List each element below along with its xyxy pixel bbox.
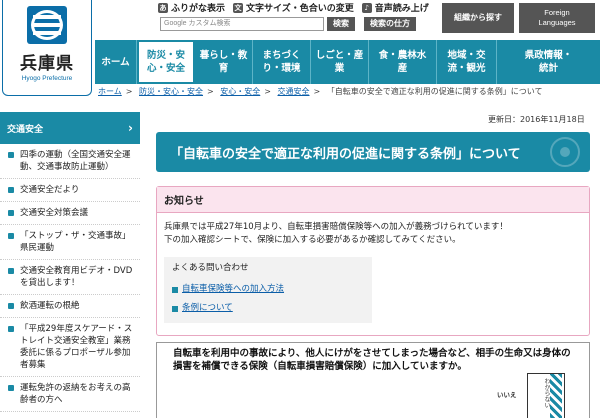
utility-links: あふりがな表示 文文字サイズ・色合いの変更 ♪ 音声読み上げ bbox=[158, 1, 429, 14]
search-input[interactable]: Google カスタム検索 bbox=[160, 17, 324, 31]
sidebar-item-drunk-driving[interactable]: 飲酒運転の根絶 bbox=[0, 295, 140, 318]
insurance-check-sheet: 自転車を利用中の事故により、他人にけがをさせてしまった場合など、相手の生命又は身… bbox=[156, 342, 590, 418]
sidebar-list: 四季の運動（全国交通安全運動、交通事故防止運動） 交通安全だより 交通安全対策会… bbox=[0, 144, 140, 412]
check-sheet-question: 自転車を利用中の事故により、他人にけがをさせてしまった場合など、相手の生命又は身… bbox=[173, 348, 571, 372]
arrow-icon bbox=[172, 305, 178, 312]
furigana-link[interactable]: あふりがな表示 bbox=[158, 1, 225, 14]
org-search-button[interactable]: 組織から探す bbox=[442, 3, 514, 33]
search-button[interactable]: 検索 bbox=[327, 17, 355, 31]
sidebar-item-seasonal-campaign[interactable]: 四季の運動（全国交通安全運動、交通事故防止運動） bbox=[0, 144, 140, 179]
prefecture-emblem-icon bbox=[27, 6, 67, 44]
sidebar-item-stop-campaign[interactable]: 「ストップ・ザ・交通事故」県民運動 bbox=[0, 225, 140, 260]
sidebar: 交通安全 › 四季の運動（全国交通安全運動、交通事故防止運動） 交通安全だより … bbox=[0, 112, 140, 412]
furigana-icon: あ bbox=[158, 2, 168, 13]
notice-text-2: 下の加入確認シートで、保険に加入する必要があるか確認してみてください。 bbox=[164, 235, 461, 245]
breadcrumb-current: 「自転車の安全で適正な利用の促進に関する条例」について bbox=[326, 87, 543, 96]
arrow-icon bbox=[172, 286, 178, 293]
text-size-icon: 文 bbox=[233, 2, 244, 13]
faq-box: よくある問い合わせ 自転車保険等への加入方法 条例について bbox=[164, 257, 372, 323]
notice-text-1: 兵庫県では平成27年10月より、自転車損害賠償保険等への加入が義務づけられていま… bbox=[164, 222, 508, 232]
updated-date: 更新日：2016年11月18日 bbox=[488, 115, 585, 124]
faq-link-insurance[interactable]: 自転車保険等への加入方法 bbox=[172, 280, 364, 299]
flower-decoration-icon bbox=[550, 137, 580, 167]
text-size-link[interactable]: 文文字サイズ・色合いの変更 bbox=[233, 1, 354, 14]
read-aloud-link[interactable]: ♪ 音声読み上げ bbox=[361, 1, 429, 14]
breadcrumb-traffic-safety[interactable]: 交通安全 bbox=[278, 87, 310, 96]
global-nav: ホーム 防災・安 心・安全 暮らし・教 育 まちづく り・環境 しごと・産 業 … bbox=[95, 40, 600, 84]
notice-panel: お知らせ 兵庫県では平成27年10月より、自転車損害賠償保険等への加入が義務づけ… bbox=[156, 186, 590, 336]
speaker-icon: ♪ bbox=[361, 2, 372, 13]
foreign-languages-button[interactable]: Foreign Languages bbox=[519, 3, 595, 33]
faq-title: よくある問い合わせ bbox=[172, 263, 249, 273]
search-help-button[interactable]: 検索の仕方 bbox=[364, 17, 416, 31]
site-header: 兵庫県 Hyogo Prefecture あふりがな表示 文文字サイズ・色合いの… bbox=[0, 0, 600, 96]
sidebar-item-video-rental[interactable]: 交通安全教育用ビデオ・DVDを貸出します！ bbox=[0, 260, 140, 295]
nav-town-environment[interactable]: まちづく り・環境 bbox=[253, 40, 311, 84]
nav-region-tourism[interactable]: 地域・交 流・観光 bbox=[437, 40, 497, 84]
sidebar-heading[interactable]: 交通安全 › bbox=[0, 112, 140, 144]
sidebar-item-council[interactable]: 交通安全対策会議 bbox=[0, 202, 140, 225]
nav-disaster-safety[interactable]: 防災・安 心・安全 bbox=[137, 40, 195, 84]
answer-unknown-sign: わからない bbox=[527, 373, 565, 418]
nav-home[interactable]: ホーム bbox=[95, 40, 137, 84]
nav-work-industry[interactable]: しごと・産 業 bbox=[311, 40, 369, 84]
sidebar-item-newsletter[interactable]: 交通安全だより bbox=[0, 179, 140, 202]
logo-name: 兵庫県 bbox=[20, 54, 74, 74]
nav-living-education[interactable]: 暮らし・教 育 bbox=[195, 40, 253, 84]
sidebar-item-license-return[interactable]: 運転免許の返納をお考えの高齢者の方へ bbox=[0, 377, 140, 412]
page-title: 「自転車の安全で適正な利用の促進に関する条例」について bbox=[156, 132, 590, 172]
breadcrumb-home[interactable]: ホーム bbox=[98, 87, 122, 96]
faq-link-ordinance[interactable]: 条例について bbox=[172, 299, 364, 318]
breadcrumb-disaster-safety[interactable]: 防災・安心・安全 bbox=[139, 87, 203, 96]
notice-heading: お知らせ bbox=[157, 187, 589, 213]
site-logo[interactable]: 兵庫県 Hyogo Prefecture bbox=[2, 0, 92, 96]
breadcrumb: ホーム > 防災・安心・安全 > 安心・安全 > 交通安全 > 「自転車の安全で適正な利… bbox=[98, 87, 543, 96]
breadcrumb-safety[interactable]: 安心・安全 bbox=[220, 87, 260, 96]
sidebar-item-scared-straight[interactable]: 「平成29年度スケアード・ストレイト交通安全教室」業務委託に係るプロポーザル参加… bbox=[0, 318, 140, 377]
logo-subtitle: Hyogo Prefecture bbox=[21, 75, 73, 82]
nav-government-stats[interactable]: 県政情報・ 統計 bbox=[497, 40, 600, 84]
search-bar: Google カスタム検索 検索 検索の仕方 bbox=[160, 17, 416, 31]
nav-food-agriculture[interactable]: 食・農林水 産 bbox=[369, 40, 437, 84]
chevron-right-icon: › bbox=[128, 121, 133, 135]
answer-no-label: いいえ bbox=[497, 391, 517, 399]
